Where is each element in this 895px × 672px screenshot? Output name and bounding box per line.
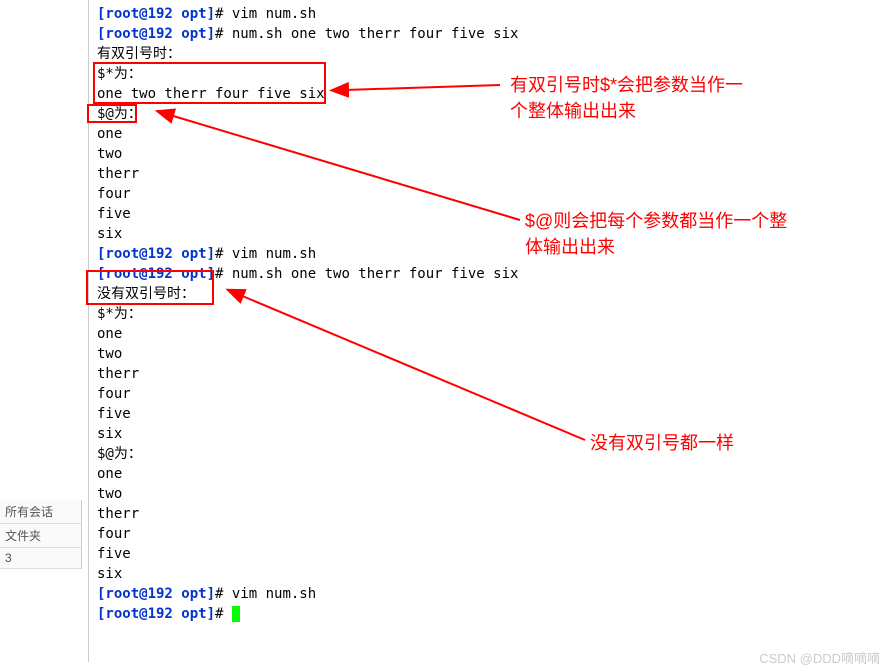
terminal-line: therr	[97, 504, 887, 524]
output-text: five	[97, 406, 131, 422]
output-text: $@为：	[97, 106, 142, 122]
command-text: vim num.sh	[232, 586, 316, 602]
output-text: four	[97, 386, 131, 402]
prompt-dir: opt]	[181, 246, 215, 262]
terminal-line: [root@192 opt]# vim num.sh	[97, 584, 887, 604]
output-text: therr	[97, 506, 139, 522]
command-text: num.sh one two therr four five six	[232, 26, 519, 42]
command-text: vim num.sh	[232, 246, 316, 262]
terminal-line: one	[97, 324, 887, 344]
output-text: one	[97, 466, 122, 482]
terminal-line: two	[97, 144, 887, 164]
prompt-hash: #	[215, 586, 232, 602]
prompt-hash: #	[215, 246, 232, 262]
watermark: CSDN @DDD嘀嘀嘀	[759, 648, 880, 667]
output-text: four	[97, 526, 131, 542]
terminal-line: $@为：	[97, 104, 887, 124]
terminal-line: $*为：	[97, 304, 887, 324]
terminal-line: [root@192 opt]#	[97, 604, 887, 624]
terminal-line: five	[97, 404, 887, 424]
terminal-line: two	[97, 344, 887, 364]
output-text: five	[97, 206, 131, 222]
terminal-line: therr	[97, 164, 887, 184]
prompt-user: [root@192	[97, 246, 181, 262]
prompt-hash: #	[215, 606, 232, 622]
prompt-user: [root@192	[97, 606, 181, 622]
terminal-line: 没有双引号时：	[97, 284, 887, 304]
command-text: num.sh one two therr four five six	[232, 266, 519, 282]
terminal-line: five	[97, 204, 887, 224]
output-text: two	[97, 486, 122, 502]
terminal-line: $@为：	[97, 444, 887, 464]
output-text: six	[97, 426, 122, 442]
terminal-line: [root@192 opt]# num.sh one two therr fou…	[97, 264, 887, 284]
terminal-line: six	[97, 564, 887, 584]
output-text: six	[97, 566, 122, 582]
sidebar-item-3[interactable]: 3	[0, 548, 81, 569]
prompt-hash: #	[215, 6, 232, 22]
terminal-line: $*为：	[97, 64, 887, 84]
terminal-line: 有双引号时：	[97, 44, 887, 64]
output-text: $*为：	[97, 306, 142, 322]
prompt-user: [root@192	[97, 6, 181, 22]
prompt-dir: opt]	[181, 266, 215, 282]
output-text: one two therr four five six	[97, 86, 325, 102]
terminal-line: four	[97, 184, 887, 204]
terminal-line: one	[97, 464, 887, 484]
prompt-dir: opt]	[181, 586, 215, 602]
output-text: five	[97, 546, 131, 562]
terminal-line: five	[97, 544, 887, 564]
output-text: six	[97, 226, 122, 242]
terminal-output[interactable]: [root@192 opt]# vim num.sh[root@192 opt]…	[88, 0, 895, 662]
command-text: vim num.sh	[232, 6, 316, 22]
terminal-line: one	[97, 124, 887, 144]
sidebar-all-sessions[interactable]: 所有会话	[0, 500, 81, 524]
output-text: two	[97, 346, 122, 362]
output-text: two	[97, 146, 122, 162]
output-text: therr	[97, 366, 139, 382]
terminal-line: one two therr four five six	[97, 84, 887, 104]
terminal-line: two	[97, 484, 887, 504]
prompt-user: [root@192	[97, 26, 181, 42]
prompt-hash: #	[215, 26, 232, 42]
terminal-line: six	[97, 224, 887, 244]
terminal-line: four	[97, 524, 887, 544]
session-sidebar: 所有会话 文件夹 3	[0, 500, 82, 569]
prompt-dir: opt]	[181, 26, 215, 42]
output-text: 没有双引号时：	[97, 286, 195, 302]
terminal-line: four	[97, 384, 887, 404]
terminal-line: six	[97, 424, 887, 444]
prompt-dir: opt]	[181, 6, 215, 22]
terminal-line: [root@192 opt]# vim num.sh	[97, 244, 887, 264]
output-text: 有双引号时：	[97, 46, 181, 62]
output-text: $*为：	[97, 66, 142, 82]
sidebar-folder[interactable]: 文件夹	[0, 524, 81, 548]
terminal-line: therr	[97, 364, 887, 384]
cursor	[232, 606, 240, 622]
output-text: one	[97, 126, 122, 142]
output-text: one	[97, 326, 122, 342]
prompt-user: [root@192	[97, 266, 181, 282]
prompt-user: [root@192	[97, 586, 181, 602]
terminal-line: [root@192 opt]# vim num.sh	[97, 4, 887, 24]
output-text: $@为：	[97, 446, 142, 462]
output-text: four	[97, 186, 131, 202]
terminal-line: [root@192 opt]# num.sh one two therr fou…	[97, 24, 887, 44]
prompt-hash: #	[215, 266, 232, 282]
output-text: therr	[97, 166, 139, 182]
prompt-dir: opt]	[181, 606, 215, 622]
